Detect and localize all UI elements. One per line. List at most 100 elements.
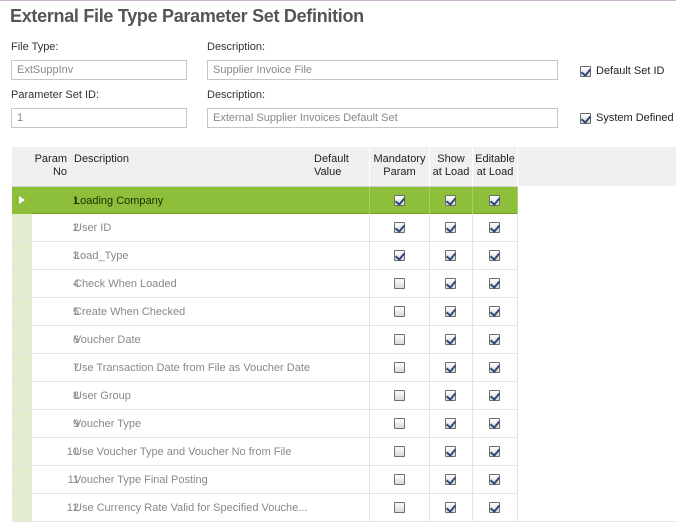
row-header[interactable] — [12, 494, 32, 521]
show-at-load-checkbox[interactable] — [445, 501, 456, 513]
system-defined-label: System Defined — [596, 112, 674, 124]
cell-divider — [472, 187, 473, 214]
description-cell[interactable]: Voucher Type Final Posting — [74, 474, 208, 486]
mandatory-checkbox[interactable] — [394, 305, 405, 317]
cell-divider — [369, 494, 370, 521]
parameter-grid: Param No Description Default Value Manda… — [12, 147, 676, 522]
system-defined-check-icon[interactable] — [580, 112, 591, 124]
default-set-id-check-icon[interactable] — [580, 65, 591, 77]
cell-divider — [429, 214, 430, 241]
col-description[interactable]: Description — [74, 153, 129, 166]
cell-divider — [472, 438, 473, 465]
editable-at-load-checkbox[interactable] — [489, 194, 500, 206]
cell-divider — [429, 494, 430, 521]
description-cell[interactable]: Use Transaction Date from File as Vouche… — [74, 362, 310, 374]
cell-divider — [429, 410, 430, 437]
show-at-load-checkbox[interactable] — [445, 249, 456, 261]
description-cell[interactable]: Check When Loaded — [74, 278, 177, 290]
file-type-field[interactable]: ExtSuppInv — [11, 60, 187, 80]
set-description-field[interactable]: External Supplier Invoices Default Set — [207, 108, 558, 128]
row-header[interactable] — [12, 214, 32, 241]
mandatory-checkbox[interactable] — [394, 277, 405, 289]
description-cell[interactable]: User ID — [74, 222, 111, 234]
show-at-load-checkbox[interactable] — [445, 473, 456, 485]
editable-at-load-checkbox[interactable] — [489, 221, 500, 233]
param-no-cell: 1 — [72, 195, 79, 207]
col-default-value[interactable]: Default Value — [314, 153, 349, 179]
row-header[interactable] — [12, 242, 32, 269]
editable-at-load-checkbox[interactable] — [489, 445, 500, 457]
editable-at-load-checkbox[interactable] — [489, 473, 500, 485]
param-no-cell: 6 — [72, 334, 79, 346]
mandatory-checkbox[interactable] — [394, 501, 405, 513]
cell-divider — [472, 382, 473, 409]
editable-at-load-checkbox[interactable] — [489, 389, 500, 401]
description-cell[interactable]: Loading Company — [74, 195, 163, 207]
grid-empty-area — [518, 186, 676, 506]
show-at-load-checkbox[interactable] — [445, 277, 456, 289]
description-cell[interactable]: Use Currency Rate Valid for Specified Vo… — [74, 502, 307, 514]
param-no-cell: 12 — [66, 502, 79, 514]
cell-divider — [369, 354, 370, 381]
system-defined-checkbox[interactable]: System Defined — [580, 112, 674, 124]
editable-at-load-checkbox[interactable] — [489, 417, 500, 429]
editable-at-load-checkbox[interactable] — [489, 361, 500, 373]
default-set-id-checkbox[interactable]: Default Set ID — [580, 65, 664, 77]
parameter-set-id-field[interactable]: 1 — [11, 108, 187, 128]
mandatory-checkbox[interactable] — [394, 445, 405, 457]
parameter-set-id-label: Parameter Set ID: — [11, 89, 100, 101]
show-at-load-checkbox[interactable] — [445, 417, 456, 429]
mandatory-checkbox[interactable] — [394, 473, 405, 485]
cell-divider — [429, 187, 430, 214]
mandatory-checkbox[interactable] — [394, 221, 405, 233]
cell-divider — [369, 382, 370, 409]
description-cell[interactable]: Use Voucher Type and Voucher No from Fil… — [74, 446, 291, 458]
cell-divider — [429, 242, 430, 269]
cell-divider — [429, 298, 430, 325]
row-header[interactable] — [12, 326, 32, 353]
row-header[interactable] — [12, 410, 32, 437]
show-at-load-checkbox[interactable] — [445, 194, 456, 206]
row-header[interactable] — [12, 187, 32, 214]
show-at-load-checkbox[interactable] — [445, 221, 456, 233]
show-at-load-checkbox[interactable] — [445, 333, 456, 345]
col-show-at-load[interactable]: Show at Load — [430, 153, 472, 179]
row-header[interactable] — [12, 270, 32, 297]
description-cell[interactable]: Create When Checked — [74, 306, 185, 318]
editable-at-load-checkbox[interactable] — [489, 249, 500, 261]
editable-at-load-checkbox[interactable] — [489, 333, 500, 345]
cell-divider — [472, 214, 473, 241]
file-description-field[interactable]: Supplier Invoice File — [207, 60, 558, 80]
mandatory-checkbox[interactable] — [394, 389, 405, 401]
param-no-cell: 11 — [67, 474, 79, 486]
description-cell[interactable]: Load_Type — [74, 250, 128, 262]
mandatory-checkbox[interactable] — [394, 194, 405, 206]
col-param-no[interactable]: Param No — [34, 153, 67, 179]
cell-divider — [369, 214, 370, 241]
mandatory-checkbox[interactable] — [394, 417, 405, 429]
editable-at-load-checkbox[interactable] — [489, 305, 500, 317]
row-header[interactable] — [12, 298, 32, 325]
row-header[interactable] — [12, 382, 32, 409]
show-at-load-checkbox[interactable] — [445, 305, 456, 317]
cell-divider — [472, 410, 473, 437]
editable-at-load-checkbox[interactable] — [489, 277, 500, 289]
description-cell[interactable]: User Group — [74, 390, 131, 402]
show-at-load-checkbox[interactable] — [445, 389, 456, 401]
description-cell[interactable]: Voucher Date — [74, 334, 141, 346]
row-header[interactable] — [12, 354, 32, 381]
description-cell[interactable]: Voucher Type — [74, 418, 141, 430]
show-at-load-checkbox[interactable] — [445, 361, 456, 373]
page-title: External File Type Parameter Set Definit… — [10, 6, 364, 26]
mandatory-checkbox[interactable] — [394, 249, 405, 261]
row-header[interactable] — [12, 466, 32, 493]
file-type-label: File Type: — [11, 41, 59, 53]
col-mandatory[interactable]: Mandatory Param — [370, 153, 429, 179]
col-editable-at-load[interactable]: Editable at Load — [473, 153, 517, 179]
mandatory-checkbox[interactable] — [394, 333, 405, 345]
editable-at-load-checkbox[interactable] — [489, 501, 500, 513]
show-at-load-checkbox[interactable] — [445, 445, 456, 457]
mandatory-checkbox[interactable] — [394, 361, 405, 373]
param-no-cell: 5 — [72, 306, 79, 318]
row-header[interactable] — [12, 438, 32, 465]
